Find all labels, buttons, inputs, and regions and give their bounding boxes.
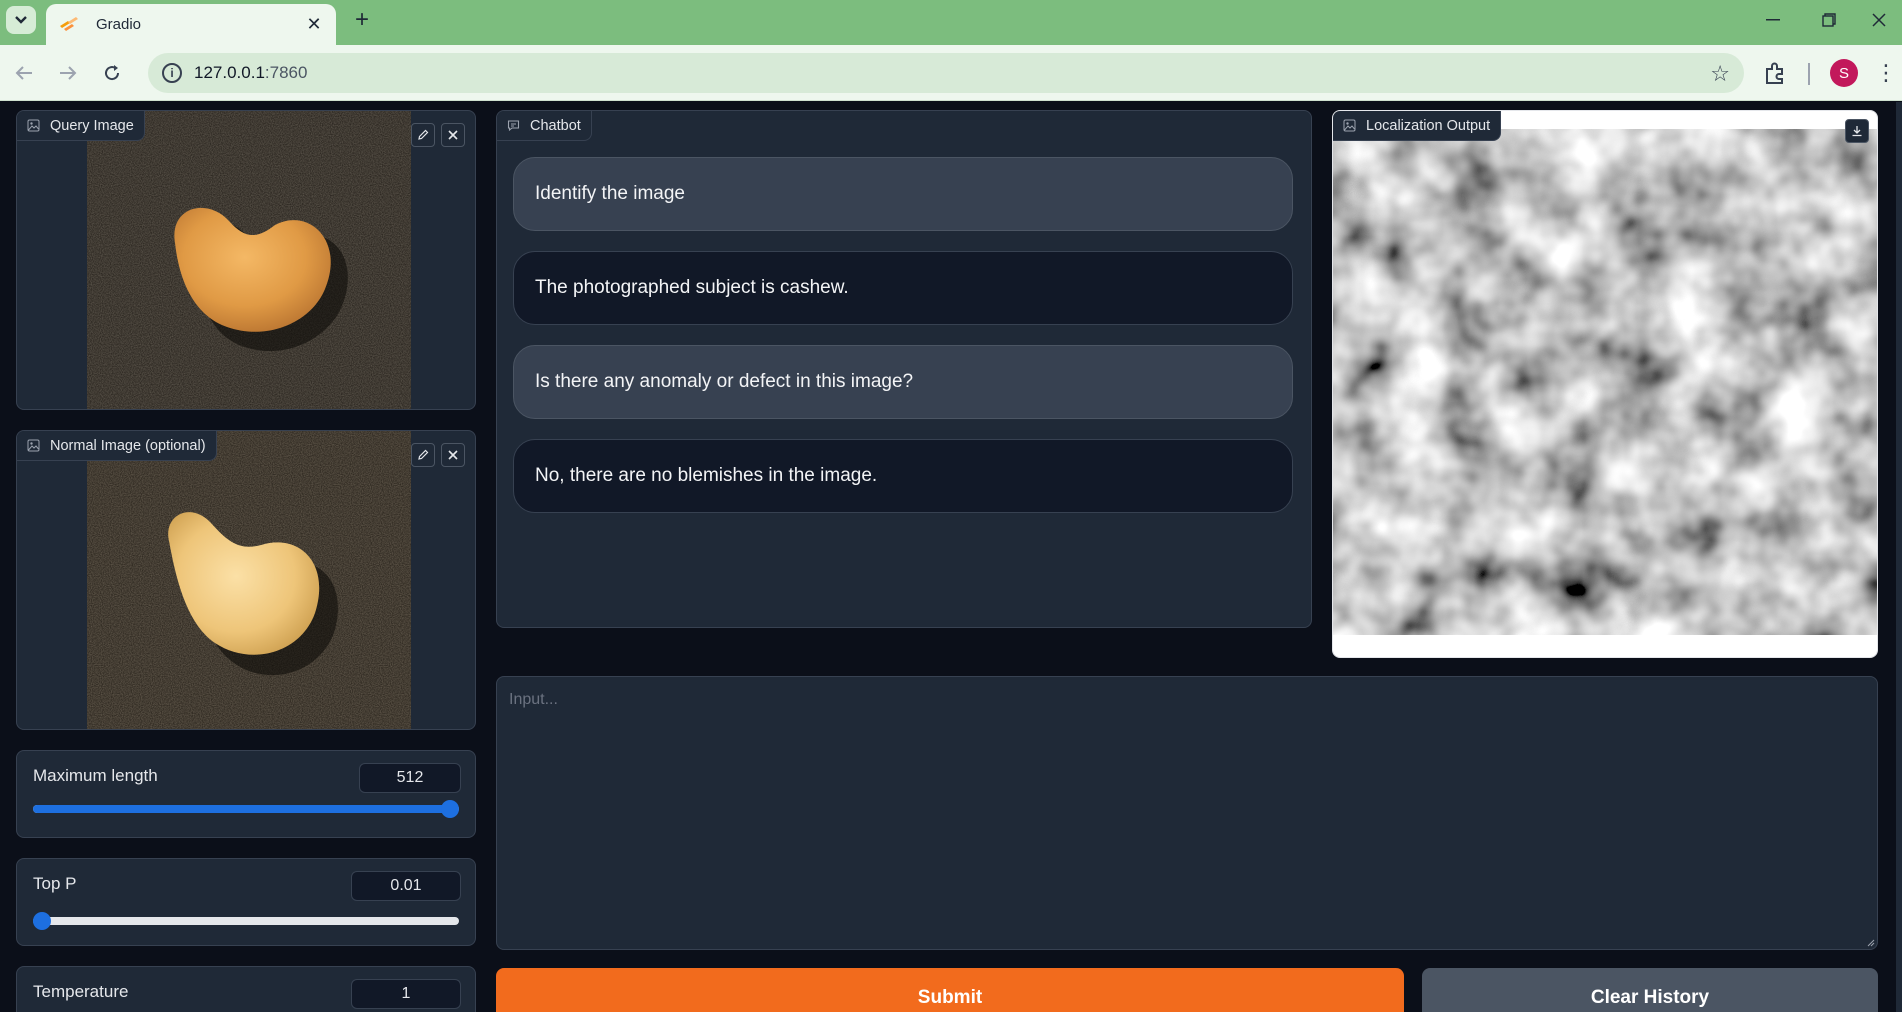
chat-message-bot: The photographed subject is cashew.: [513, 251, 1293, 325]
image-icon: [27, 439, 40, 452]
slider-thumb[interactable]: [441, 800, 459, 818]
forward-icon[interactable]: [52, 57, 84, 89]
max-length-label: Maximum length: [33, 766, 158, 785]
normal-image-block[interactable]: Normal Image (optional): [16, 430, 476, 730]
bookmark-star-icon[interactable]: ☆: [1710, 61, 1730, 87]
gradio-page: Query Image Normal Image (optional) Maxi…: [0, 102, 1902, 1012]
clear-history-button[interactable]: Clear History: [1422, 968, 1878, 1012]
edit-icon[interactable]: [411, 123, 435, 147]
chat-message-user: Identify the image: [513, 157, 1293, 231]
gradio-favicon-icon: [60, 16, 78, 31]
localization-output-label-text: Localization Output: [1366, 117, 1491, 134]
localization-output-label: Localization Output: [1333, 111, 1502, 141]
download-icon[interactable]: [1845, 119, 1869, 143]
minimize-icon[interactable]: [1750, 0, 1796, 40]
top-p-number-input[interactable]: 0.01: [351, 871, 461, 901]
browser-tabstrip: Gradio ✕ +: [0, 0, 1902, 45]
image-icon: [27, 119, 40, 132]
menu-icon[interactable]: ⋮: [1875, 59, 1897, 87]
top-p-slider[interactable]: [33, 912, 459, 930]
localization-output-block: Localization Output: [1332, 110, 1878, 658]
query-image-label-text: Query Image: [50, 117, 134, 134]
top-p-label: Top P: [33, 874, 77, 893]
url-text: 127.0.0.1:7860: [194, 63, 307, 83]
clear-image-icon[interactable]: [441, 443, 465, 467]
tab-close-icon[interactable]: ✕: [304, 14, 324, 35]
query-image-block[interactable]: Query Image: [16, 110, 476, 410]
temperature-label: Temperature: [33, 982, 129, 1001]
max-length-slider[interactable]: [33, 800, 459, 818]
query-image-actions: [411, 123, 465, 147]
tab-search-icon[interactable]: [6, 6, 36, 34]
chatbot-label-text: Chatbot: [530, 117, 581, 134]
page-scrollbar[interactable]: [1896, 102, 1902, 1012]
chat-input-placeholder: Input...: [509, 691, 558, 708]
back-icon[interactable]: [8, 57, 40, 89]
reload-icon[interactable]: [96, 57, 128, 89]
address-bar[interactable]: i 127.0.0.1:7860 ☆: [148, 53, 1744, 93]
temperature-number-input[interactable]: 1: [351, 979, 461, 1009]
url-port: :7860: [264, 63, 308, 82]
edit-icon[interactable]: [411, 443, 435, 467]
max-length-slider-block: Maximum length 512: [16, 750, 476, 838]
new-tab-button[interactable]: +: [348, 6, 376, 34]
submit-button[interactable]: Submit: [496, 968, 1404, 1012]
browser-toolbar: i 127.0.0.1:7860 ☆ S ⋮: [0, 45, 1902, 101]
temperature-slider-block: Temperature 1: [16, 966, 476, 1012]
slider-thumb[interactable]: [33, 912, 51, 930]
chatbot-label: Chatbot: [497, 111, 592, 141]
top-p-slider-block: Top P 0.01: [16, 858, 476, 946]
query-cashew-photo: [87, 111, 411, 409]
image-icon: [1343, 119, 1356, 132]
normal-cashew-photo: [87, 431, 411, 729]
max-length-number-input[interactable]: 512: [359, 763, 461, 793]
tab-title: Gradio: [96, 16, 142, 33]
chat-message-bot: No, there are no blemishes in the image.: [513, 439, 1293, 513]
site-info-icon[interactable]: i: [162, 63, 182, 83]
clear-image-icon[interactable]: [441, 123, 465, 147]
chat-message-user: Is there any anomaly or defect in this i…: [513, 345, 1293, 419]
normal-image-actions: [411, 443, 465, 467]
slider-fill: [33, 805, 450, 813]
chatbot-block: Chatbot Identify the image The photograp…: [496, 110, 1312, 628]
chat-input-textarea[interactable]: Input...: [496, 676, 1878, 950]
query-image-label: Query Image: [17, 111, 145, 141]
close-icon[interactable]: [1856, 0, 1902, 40]
url-host: 127.0.0.1: [194, 63, 265, 82]
normal-image-label-text: Normal Image (optional): [50, 437, 206, 454]
toolbar-divider: [1808, 63, 1810, 85]
localization-heatmap-image: [1333, 111, 1877, 657]
profile-avatar[interactable]: S: [1830, 59, 1858, 87]
restore-icon[interactable]: [1806, 0, 1852, 40]
resize-grip-icon[interactable]: [1865, 937, 1875, 947]
browser-tab[interactable]: Gradio ✕: [46, 4, 336, 45]
normal-image-label: Normal Image (optional): [17, 431, 217, 461]
localization-actions: [1845, 119, 1869, 143]
chat-icon: [507, 120, 520, 132]
extensions-icon[interactable]: [1762, 60, 1788, 86]
